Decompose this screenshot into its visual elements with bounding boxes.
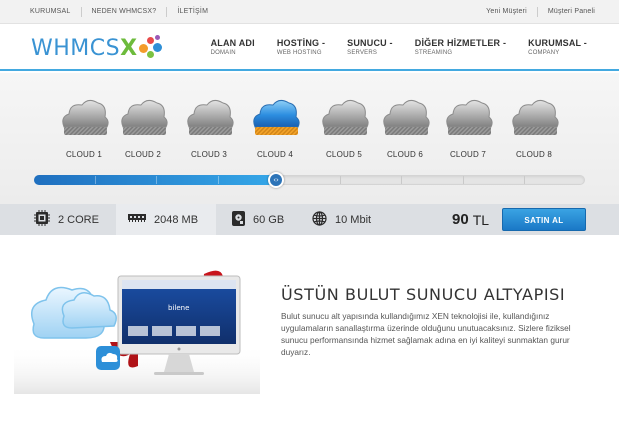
nav-item-servers[interactable]: SUNUCU - SERVERS (347, 38, 393, 56)
cloud-plan-7-icon[interactable] (442, 95, 494, 140)
spec-ram-value: 2048 MB (154, 213, 199, 226)
cpu-chip-icon (34, 210, 50, 229)
logo-dots-icon (139, 35, 165, 61)
dropdown-marker: - (502, 38, 507, 48)
site-logo[interactable]: WHMCS X (31, 34, 165, 62)
nav-item-hosting[interactable]: HOSTİNG - WEB HOSTING (277, 38, 325, 56)
cloud-plan-4-icon[interactable] (249, 95, 301, 140)
nav-label: KURUMSAL - (528, 38, 587, 48)
slider-arrows-icon[interactable]: ‹› (268, 172, 284, 188)
nav-sublabel: SERVERS (347, 50, 378, 56)
memory-icon (128, 213, 146, 226)
slider-fill (34, 175, 276, 185)
slider-tick (218, 176, 219, 184)
hard-disk-icon (232, 210, 245, 229)
slider-tick (401, 176, 402, 184)
slider-tick (156, 176, 157, 184)
nav-sublabel: COMPANY (528, 50, 560, 56)
top-bar-right-links: Yeni Müşteri Müşteri Paneli (476, 0, 595, 24)
logo-text: WHMCS (31, 35, 121, 61)
plan-slider[interactable]: ‹› (34, 172, 585, 188)
page: KURUMSAL NEDEN WHMCSX? İLETİŞİM Yeni Müş… (0, 0, 619, 429)
feature-illustration: bilene (14, 254, 260, 394)
globe-icon (312, 210, 327, 229)
main-nav: ALAN ADI DOMAIN HOSTİNG - WEB HOSTING SU… (189, 38, 587, 56)
dropdown-marker: - (389, 38, 393, 48)
spec-disk: 60 GB (216, 204, 300, 235)
nav-sublabel: STREAMING (414, 50, 453, 56)
nav-item-domain[interactable]: ALAN ADI DOMAIN (211, 38, 255, 56)
cloud-plan-3-icon[interactable] (183, 95, 235, 140)
spec-bandwidth: 10 Mbit (300, 204, 450, 235)
plan-price: 90 TL (452, 204, 489, 235)
top-link-customer-panel[interactable]: Müşteri Paneli (538, 7, 595, 17)
cloud-plan-2-icon[interactable] (117, 95, 169, 140)
nav-sublabel: WEB HOSTING (276, 50, 322, 56)
price-value: 90 (452, 211, 469, 228)
top-bar: KURUMSAL NEDEN WHMCSX? İLETİŞİM Yeni Müş… (0, 0, 619, 24)
dropdown-marker: - (321, 38, 326, 48)
spec-cpu-value: 2 CORE (58, 213, 99, 226)
slider-tick (463, 176, 464, 184)
top-bar-left-links: KURUMSAL NEDEN WHMCSX? İLETİŞİM (22, 0, 208, 24)
cloud-plan-8-label[interactable]: CLOUD 8 (504, 150, 564, 159)
buy-button[interactable]: SATIN AL (502, 208, 586, 231)
slider-tick (95, 176, 96, 184)
cloud-plan-5-label[interactable]: CLOUD 5 (314, 150, 374, 159)
slider-tick (340, 176, 341, 184)
feature-title: ÜSTÜN BULUT SUNUCU ALTYAPISI (281, 285, 566, 304)
cloud-plan-8-icon[interactable] (508, 95, 560, 140)
nav-sublabel: DOMAIN (210, 50, 236, 56)
cloud-plan-7-label[interactable]: CLOUD 7 (438, 150, 498, 159)
nav-label: SUNUCU - (347, 38, 393, 48)
nav-label: ALAN ADI (210, 38, 255, 48)
cloud-plan-3-label[interactable]: CLOUD 3 (179, 150, 239, 159)
cloud-plan-6-label[interactable]: CLOUD 6 (375, 150, 435, 159)
screen-brand: bilene (168, 304, 189, 312)
cloud-plan-1-label[interactable]: CLOUD 1 (54, 150, 114, 159)
cloud-plan-list (0, 95, 619, 145)
cloud-plan-selector: CLOUD 1 CLOUD 2 CLOUD 3 CLOUD 4 CLOUD 5 CLOUD… (0, 73, 619, 204)
spec-cpu: 2 CORE (0, 204, 116, 235)
spec-disk-value: 60 GB (253, 213, 285, 226)
top-link-kurumsal[interactable]: KURUMSAL (22, 7, 82, 17)
top-link-neden-whmcsx[interactable]: NEDEN WHMCSX? (82, 7, 168, 17)
nav-label: HOSTİNG - (276, 38, 326, 48)
nav-item-company[interactable]: KURUMSAL - COMPANY (528, 38, 587, 56)
cloud-plan-2-label[interactable]: CLOUD 2 (113, 150, 173, 159)
dropdown-marker: - (583, 38, 587, 48)
slider-tick (524, 176, 525, 184)
cloud-plan-5-icon[interactable] (318, 95, 370, 140)
spec-bandwidth-value: 10 Mbit (335, 213, 372, 226)
nav-item-other-services[interactable]: DİĞER HİZMETLER - STREAMING (415, 38, 506, 56)
nav-label: DİĞER HİZMETLER - (414, 38, 507, 48)
site-header: WHMCS X ALAN ADI DOMAIN HOSTİNG - WEB HO… (0, 24, 619, 71)
top-link-iletisim[interactable]: İLETİŞİM (167, 7, 208, 17)
cloud-plan-4-label[interactable]: CLOUD 4 (245, 150, 305, 159)
cloud-plan-6-icon[interactable] (379, 95, 431, 140)
top-link-new-customer[interactable]: Yeni Müşteri (476, 7, 538, 17)
spec-ram: 2048 MB (116, 204, 216, 235)
logo-x: X (120, 35, 138, 61)
price-currency: TL (472, 211, 490, 228)
feature-description: Bulut sunucu alt yapısında kullandığımız… (281, 311, 571, 357)
cloud-plan-1-icon[interactable] (58, 95, 110, 140)
